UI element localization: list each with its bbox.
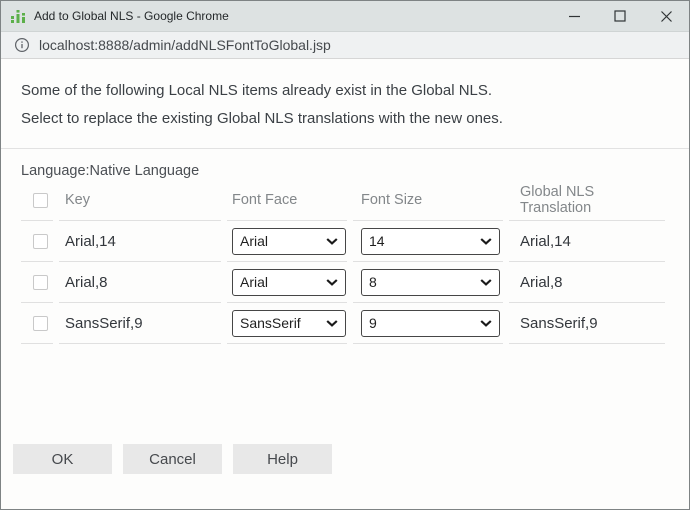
font-face-select[interactable]: Arial bbox=[232, 228, 346, 255]
button-bar: OK Cancel Help bbox=[13, 444, 689, 474]
table-header-row: Key Font Face Font Size Global NLS Trans… bbox=[21, 184, 665, 221]
font-face-select-value: Arial bbox=[240, 233, 268, 249]
chevron-down-icon bbox=[480, 279, 492, 286]
key-cell: SansSerif,9 bbox=[59, 303, 221, 344]
maximize-button[interactable] bbox=[597, 1, 643, 31]
minimize-button[interactable] bbox=[551, 1, 597, 31]
maximize-icon bbox=[614, 10, 626, 22]
table-row: Arial,14 Arial 14 Arial,14 bbox=[21, 221, 665, 262]
table-row: SansSerif,9 SansSerif 9 SansSerif,9 bbox=[21, 303, 665, 344]
message-line-2: Select to replace the existing Global NL… bbox=[21, 110, 669, 127]
app-favicon-icon bbox=[10, 8, 27, 25]
minimize-icon bbox=[568, 10, 581, 23]
font-size-select[interactable]: 14 bbox=[361, 228, 500, 255]
chrome-popup-window: Add to Global NLS - Google Chrome localh… bbox=[0, 0, 690, 510]
font-face-select[interactable]: SansSerif bbox=[232, 310, 346, 337]
header-font-size: Font Size bbox=[353, 184, 503, 221]
close-icon bbox=[660, 10, 673, 23]
close-button[interactable] bbox=[643, 1, 689, 31]
chevron-down-icon bbox=[326, 320, 338, 327]
cancel-button[interactable]: Cancel bbox=[123, 444, 222, 474]
header-global-translation: Global NLS Translation bbox=[509, 184, 665, 221]
window-controls bbox=[551, 1, 689, 31]
font-size-select-value: 14 bbox=[369, 233, 385, 249]
select-all-checkbox[interactable] bbox=[33, 193, 48, 208]
nls-table: Key Font Face Font Size Global NLS Trans… bbox=[15, 184, 671, 344]
key-cell: Arial,8 bbox=[59, 262, 221, 303]
global-translation-cell: Arial,14 bbox=[509, 221, 665, 262]
row-checkbox[interactable] bbox=[33, 234, 48, 249]
header-font-face: Font Face bbox=[227, 184, 347, 221]
row-checkbox[interactable] bbox=[33, 316, 48, 331]
chevron-down-icon bbox=[480, 320, 492, 327]
font-face-select[interactable]: Arial bbox=[232, 269, 346, 296]
language-label: Language:Native Language bbox=[21, 163, 689, 179]
ok-button[interactable]: OK bbox=[13, 444, 112, 474]
url-bar[interactable]: localhost:8888/admin/addNLSFontToGlobal.… bbox=[1, 32, 689, 59]
font-size-select-value: 8 bbox=[369, 274, 377, 290]
font-size-select[interactable]: 8 bbox=[361, 269, 500, 296]
message-line-1: Some of the following Local NLS items al… bbox=[21, 82, 669, 99]
global-translation-cell: Arial,8 bbox=[509, 262, 665, 303]
window-title: Add to Global NLS - Google Chrome bbox=[34, 9, 551, 23]
font-size-select[interactable]: 9 bbox=[361, 310, 500, 337]
chevron-down-icon bbox=[326, 238, 338, 245]
chevron-down-icon bbox=[326, 279, 338, 286]
row-checkbox[interactable] bbox=[33, 275, 48, 290]
info-message: Some of the following Local NLS items al… bbox=[21, 82, 669, 127]
key-cell: Arial,14 bbox=[59, 221, 221, 262]
chevron-down-icon bbox=[480, 238, 492, 245]
url-text[interactable]: localhost:8888/admin/addNLSFontToGlobal.… bbox=[39, 37, 331, 53]
font-face-select-value: Arial bbox=[240, 274, 268, 290]
info-icon[interactable] bbox=[14, 37, 30, 53]
help-button[interactable]: Help bbox=[233, 444, 332, 474]
font-face-select-value: SansSerif bbox=[240, 315, 301, 331]
font-size-select-value: 9 bbox=[369, 315, 377, 331]
section-divider bbox=[1, 148, 689, 149]
header-key: Key bbox=[59, 184, 221, 221]
page-content: Some of the following Local NLS items al… bbox=[1, 82, 689, 474]
global-translation-cell: SansSerif,9 bbox=[509, 303, 665, 344]
titlebar: Add to Global NLS - Google Chrome bbox=[1, 1, 689, 32]
table-row: Arial,8 Arial 8 Arial,8 bbox=[21, 262, 665, 303]
